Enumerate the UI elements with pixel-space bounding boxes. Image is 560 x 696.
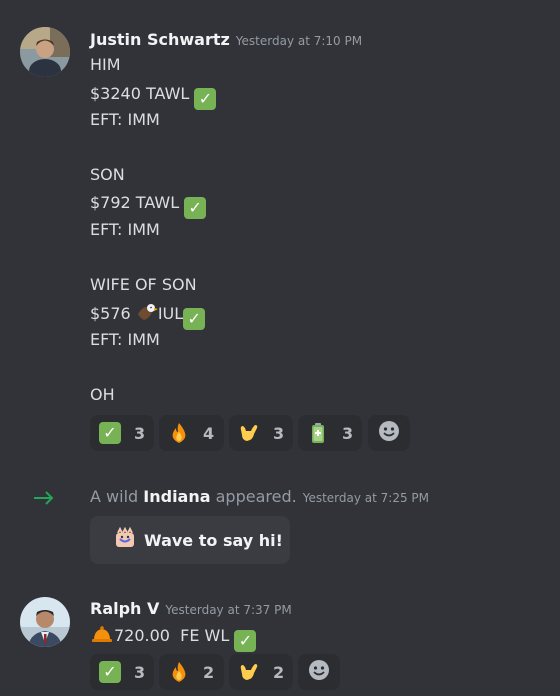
join-suffix: appeared. <box>215 487 297 506</box>
check-mark-icon: ✓ <box>234 630 257 652</box>
check-mark-icon: ✓ <box>184 197 207 219</box>
line-text: 720.00 FE WL <box>114 626 230 645</box>
smiley-icon <box>308 659 330 685</box>
reaction-count: 2 <box>203 662 215 682</box>
author-name[interactable]: Justin Schwartz <box>90 30 230 49</box>
reaction-fire[interactable]: 4 <box>159 415 224 451</box>
message-line: $576 IUL ✓ <box>90 302 206 330</box>
reaction-check[interactable]: ✓ 3 <box>90 415 154 451</box>
reaction-check[interactable]: ✓ 3 <box>90 654 154 690</box>
line-text: $576 <box>90 304 131 323</box>
wave-button[interactable]: Wave to say hi! <box>90 516 290 564</box>
reaction-count: 3 <box>134 662 146 682</box>
joined-user-name[interactable]: Indiana <box>143 487 210 506</box>
join-message: A wild Indiana appeared. Yesterday at 7:2… <box>90 487 429 506</box>
line-text: IUL <box>157 304 184 323</box>
call-me-hand-icon <box>237 660 261 684</box>
battery-icon <box>306 421 330 445</box>
message-header: Justin Schwartz Yesterday at 7:10 PM <box>90 30 362 49</box>
line-text: $3240 TAWL <box>90 84 190 103</box>
reaction-count: 2 <box>273 662 285 682</box>
message-line: 720.00 FE WL ✓ <box>90 623 257 652</box>
reaction-battery[interactable]: 3 <box>298 415 362 451</box>
join-arrow-icon <box>32 486 56 510</box>
wave-label: Wave to say hi! <box>144 530 283 550</box>
message-line: HIM <box>90 55 121 74</box>
message-line: $792 TAWL ✓ <box>90 192 207 219</box>
message-line: WIFE OF SON <box>90 275 197 294</box>
message-line: SON <box>90 165 125 184</box>
timestamp[interactable]: Yesterday at 7:10 PM <box>236 34 362 48</box>
add-reaction-button[interactable] <box>298 654 340 690</box>
check-mark-icon: ✓ <box>183 308 206 330</box>
eagle-icon <box>136 302 158 330</box>
wave-sticker-icon <box>114 526 136 553</box>
reaction-call-me-hand[interactable]: 3 <box>229 415 293 451</box>
message-line: EFT: IMM <box>90 220 160 239</box>
join-prefix: A wild <box>90 487 139 506</box>
timestamp[interactable]: Yesterday at 7:25 PM <box>303 491 429 505</box>
message-line: $3240 TAWL ✓ <box>90 83 217 110</box>
message-line: EFT: IMM <box>90 330 160 349</box>
reaction-count: 3 <box>134 423 146 443</box>
message-line: EFT: IMM <box>90 110 160 129</box>
reaction-count: 3 <box>273 423 285 443</box>
check-mark-icon: ✓ <box>194 88 217 110</box>
avatar[interactable] <box>20 597 70 647</box>
check-mark-icon: ✓ <box>98 421 122 445</box>
add-reaction-button[interactable] <box>368 415 410 451</box>
reaction-count: 3 <box>342 423 354 443</box>
reaction-call-me-hand[interactable]: 2 <box>229 654 293 690</box>
check-mark-icon: ✓ <box>98 660 122 684</box>
bell-icon <box>90 623 114 651</box>
timestamp[interactable]: Yesterday at 7:37 PM <box>165 603 291 617</box>
author-name[interactable]: Ralph V <box>90 599 159 618</box>
fire-icon <box>167 660 191 684</box>
smiley-icon <box>378 420 400 446</box>
fire-icon <box>167 421 191 445</box>
reaction-count: 4 <box>203 423 215 443</box>
reaction-fire[interactable]: 2 <box>159 654 224 690</box>
call-me-hand-icon <box>237 421 261 445</box>
message-line: OH <box>90 385 115 404</box>
message-header: Ralph V Yesterday at 7:37 PM <box>90 599 292 618</box>
line-text: $792 TAWL <box>90 193 180 212</box>
avatar[interactable] <box>20 27 70 77</box>
